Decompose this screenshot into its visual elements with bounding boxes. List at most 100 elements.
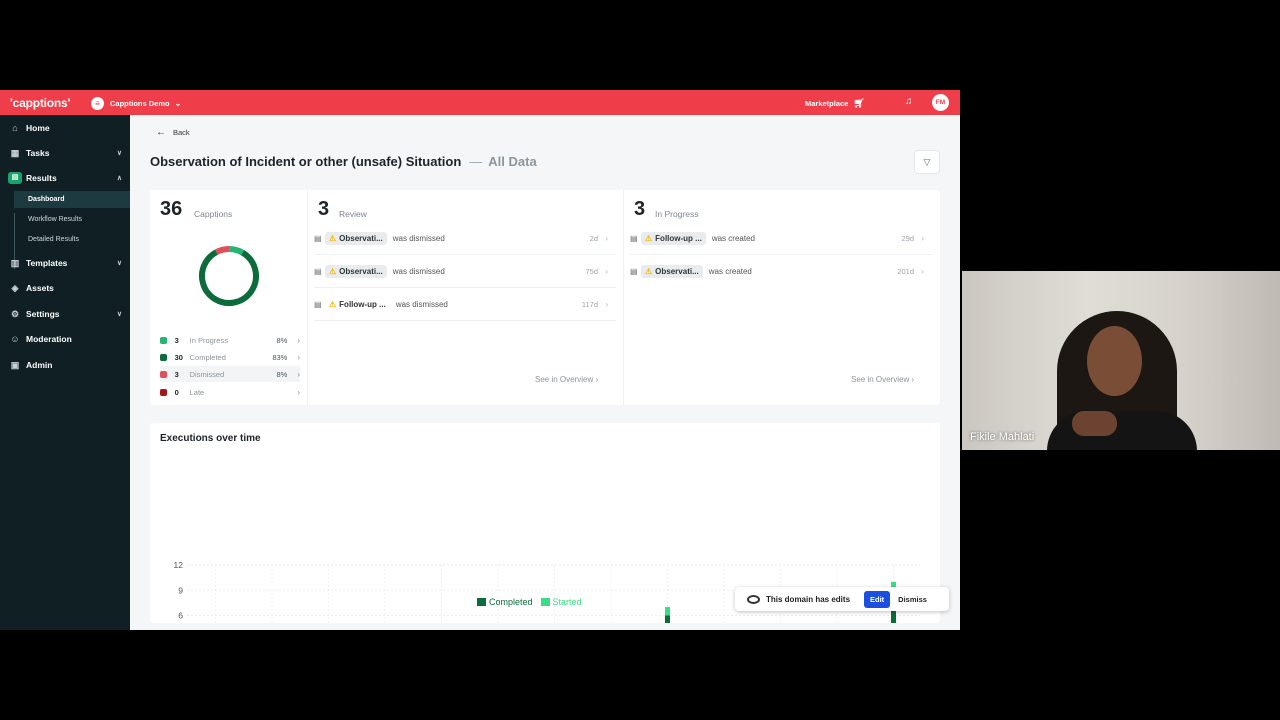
warning-icon: ⚠ <box>329 299 337 309</box>
column-divider <box>623 190 624 405</box>
donut-segment-completed <box>199 246 259 306</box>
review-see-in-overview-link[interactable]: See in Overview › <box>535 375 598 384</box>
y-tick-label: 6 <box>178 611 183 621</box>
person-icon: ☺ <box>10 334 20 344</box>
edit-button[interactable]: Edit <box>864 590 891 608</box>
sidebar-item-moderation[interactable]: ☺ Moderation <box>0 328 130 350</box>
warning-icon: ⚠ <box>645 267 653 276</box>
sidebar-subitem-dashboard[interactable]: Dashboard <box>14 191 130 208</box>
activity-tag[interactable]: ⚠ Follow-up ... <box>641 231 706 245</box>
activity-tag[interactable]: ⚠ Observati... <box>325 231 387 245</box>
sidebar-item-results[interactable]: ▤ Results ∧ <box>0 167 130 189</box>
sidebar-item-label: Results <box>26 173 57 183</box>
legend-item-started[interactable]: Started <box>540 597 582 607</box>
tag-label: Observati... <box>339 233 383 243</box>
stat-row-dismissed[interactable]: 3 Dismissed 8% › <box>160 366 300 382</box>
sidebar-item-label: Assets <box>26 283 54 293</box>
activity-verb: was created <box>708 267 752 276</box>
app-window: 'capptions' ≡ Capptions Demo ⌄ Marketpla… <box>0 90 960 630</box>
warning-icon: ⚠ <box>329 233 337 243</box>
y-tick-label: 12 <box>174 560 184 570</box>
activity-age: 201d <box>897 267 914 276</box>
review-activity-row[interactable]: ▤ ⚠ Observati... was dismissed 2d › <box>314 222 616 255</box>
stat-label: Late <box>189 387 205 397</box>
tag-icon: ◈ <box>11 282 19 293</box>
in-progress-see-in-overview-link[interactable]: See in Overview › <box>851 375 914 384</box>
donut-segment-dismissed <box>199 246 259 306</box>
presenter-body <box>1047 411 1197 450</box>
back-button[interactable]: ← Back <box>156 127 190 138</box>
chevron-right-icon: › <box>297 387 300 397</box>
status-donut-chart <box>199 246 259 306</box>
notification-text: This domain has edits <box>766 594 851 604</box>
sidebar-item-label: Settings <box>26 309 60 319</box>
sidebar-item-admin[interactable]: ▣ Admin <box>0 354 130 376</box>
sidebar-item-label: Templates <box>26 258 68 268</box>
document-icon: ▤ <box>314 299 322 309</box>
sidebar-item-home[interactable]: ⌂ Home <box>0 117 130 139</box>
chevron-right-icon: › <box>297 335 300 345</box>
document-icon: ▤ <box>630 267 638 276</box>
participant-name: Fikile Mahlati <box>970 431 1035 443</box>
status-dot <box>160 336 167 344</box>
sidebar-item-tasks[interactable]: ▦ Tasks ∨ <box>0 142 130 164</box>
activity-age: 75d <box>585 266 598 276</box>
review-activity-row[interactable]: ▤ ⚠ Observati... was dismissed 75d › <box>314 255 616 288</box>
title-separator: — <box>469 154 483 169</box>
user-avatar[interactable]: FM <box>932 94 949 111</box>
donut-segment-in-progress <box>199 246 259 306</box>
domain-icon <box>747 594 760 604</box>
bar-completed <box>665 615 670 623</box>
activity-tag[interactable]: ⚠ Observati... <box>641 265 703 278</box>
stat-percent: 83% <box>272 352 288 362</box>
stat-label: Dismissed <box>189 369 225 379</box>
activity-tag[interactable]: ⚠ Observati... <box>325 264 387 278</box>
tag-label: Observati... <box>339 266 383 276</box>
document-icon: ▤ <box>314 233 322 243</box>
stat-row-in-progress[interactable]: 3 In Progress 8% › <box>160 332 300 348</box>
link-label: See in Overview <box>851 375 910 384</box>
form-name: Observation of Incident or other (unsafe… <box>150 154 462 169</box>
dismiss-button[interactable]: Dismiss <box>898 595 927 604</box>
in-progress-label: In Progress <box>655 209 699 219</box>
workspace-name: Capptions Demo <box>110 98 170 108</box>
review-activity-row[interactable]: ▤ ⚠ Follow-up ... was dismissed 117d › <box>314 288 616 321</box>
stat-label: Completed <box>189 352 226 362</box>
stat-label: In Progress <box>189 335 228 345</box>
tag-label: Follow-up ... <box>655 233 702 243</box>
activity-age: 29d <box>901 233 914 243</box>
building-icon: ▣ <box>10 359 20 370</box>
stat-row-late[interactable]: 0 Late › <box>160 384 300 400</box>
filter-icon: ▽ <box>923 156 931 167</box>
warning-icon: ⚠ <box>645 233 653 243</box>
activity-tag[interactable]: ⚠ Follow-up ... <box>325 297 390 311</box>
marketplace-link[interactable]: Marketplace 🛒︎ <box>805 98 865 109</box>
results-icon: ▤ <box>8 172 22 184</box>
app-logo[interactable]: 'capptions' <box>10 96 70 110</box>
capptions-count: 36 <box>160 198 183 220</box>
sidebar-item-assets[interactable]: ◈ Assets <box>0 277 130 299</box>
in-progress-activity-row[interactable]: ▤ ⚠ Observati... was created 201d › <box>630 255 932 288</box>
sidebar-item-settings[interactable]: ⚙ Settings ∨ <box>0 303 130 325</box>
presenter-face <box>1087 326 1142 396</box>
bar-started <box>665 607 670 616</box>
sidebar-item-label: Moderation <box>26 334 72 344</box>
stat-row-completed[interactable]: 30 Completed 83% › <box>160 349 300 365</box>
page-title: Observation of Incident or other (unsafe… <box>150 154 537 169</box>
chevron-right-icon: › <box>911 375 915 384</box>
bell-icon[interactable]: ♫︎ <box>905 96 913 107</box>
sidebar-item-templates[interactable]: ▥ Templates ∨ <box>0 252 130 274</box>
legend-item-completed[interactable]: Completed <box>477 597 533 607</box>
in-progress-activity-row[interactable]: ▤ ⚠ Follow-up ... was created 29d › <box>630 222 932 255</box>
status-dot <box>160 370 167 378</box>
chevron-right-icon: › <box>605 299 608 309</box>
activity-verb: was dismissed <box>392 266 445 276</box>
arrow-left-icon: ← <box>156 127 166 138</box>
filter-button[interactable]: ▽ <box>914 150 940 174</box>
marketplace-label: Marketplace <box>805 99 849 108</box>
y-tick-label: 9 <box>178 585 183 595</box>
sidebar-subitem-workflow-results[interactable]: Workflow Results <box>14 211 130 228</box>
workspace-selector[interactable]: ≡ Capptions Demo ⌄ <box>91 96 181 110</box>
back-label: Back <box>173 128 190 137</box>
sidebar-subitem-detailed-results[interactable]: Detailed Results <box>14 231 130 248</box>
